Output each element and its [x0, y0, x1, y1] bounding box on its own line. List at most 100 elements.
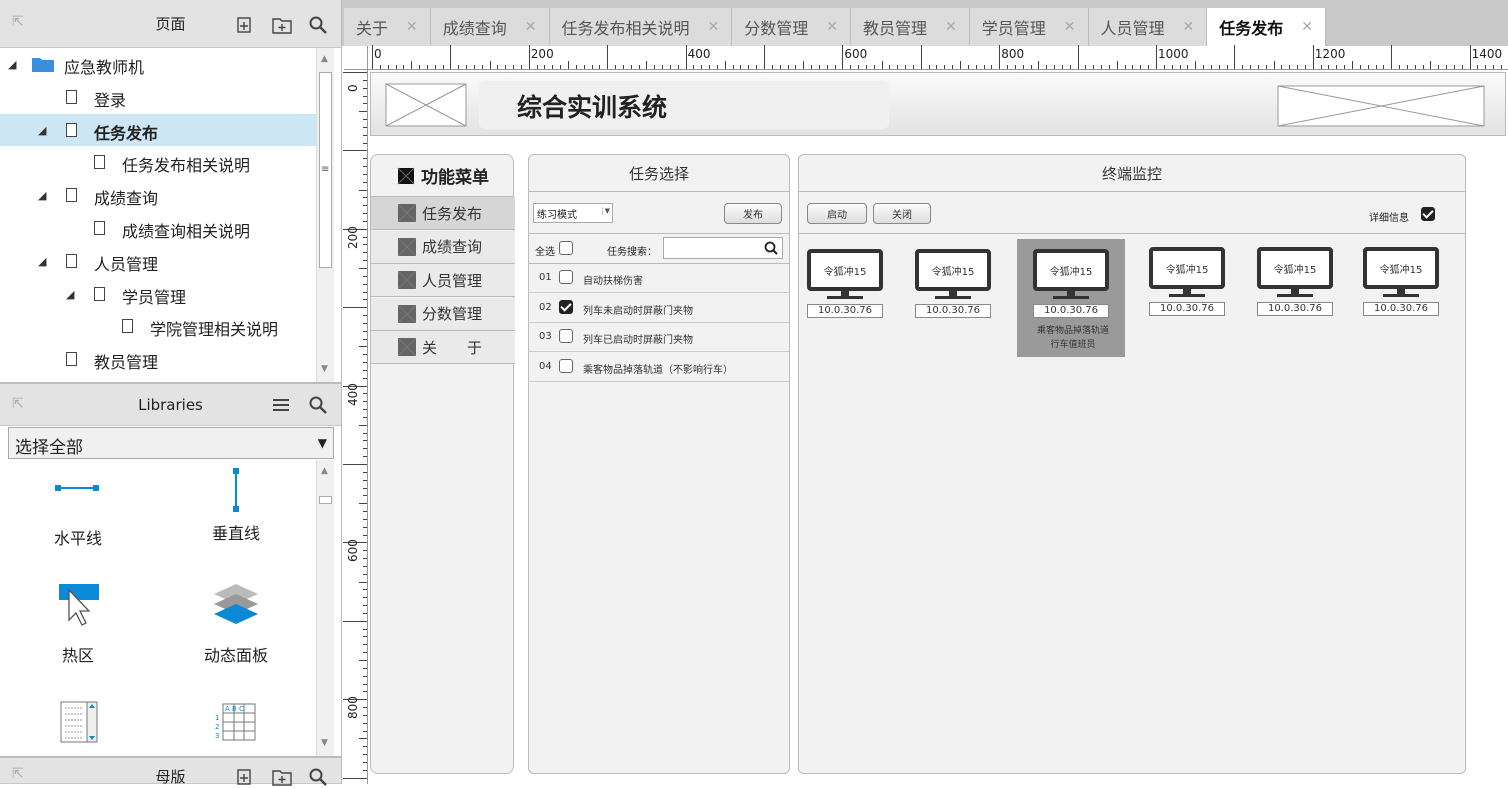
ruler-tick — [881, 61, 883, 69]
expand-arrow-icon[interactable]: ◢ — [38, 124, 46, 137]
task-search-input[interactable] — [663, 237, 783, 259]
tab[interactable]: 学员管理 ✕ — [969, 8, 1089, 46]
tree-item[interactable]: ◢ 学员管理 — [0, 278, 316, 310]
tree-item[interactable]: ◢ 人员管理 — [0, 245, 316, 277]
library-item-list[interactable] — [18, 700, 138, 750]
ruler-tick — [363, 456, 367, 458]
add-master-icon[interactable] — [234, 766, 256, 788]
task-checkbox[interactable] — [559, 299, 573, 314]
select-all-checkbox[interactable] — [559, 241, 573, 255]
library-item-vertical-line[interactable]: 垂直线 — [176, 468, 296, 544]
search-icon[interactable] — [307, 14, 329, 36]
expand-arrow-icon[interactable]: ◢ — [8, 58, 16, 71]
menu-item[interactable]: 分数管理 — [371, 297, 515, 331]
search-icon[interactable] — [307, 394, 329, 416]
task-row[interactable]: 02 列车未启动时屏蔽门夹物 — [529, 293, 789, 323]
ruler-tick — [1148, 65, 1150, 69]
close-icon[interactable]: ✕ — [1301, 19, 1313, 35]
task-number: 02 — [539, 301, 552, 313]
search-icon[interactable] — [764, 241, 778, 255]
tab[interactable]: 成绩查询 ✕ — [430, 8, 550, 46]
expand-arrow-icon[interactable]: ◢ — [38, 255, 46, 268]
task-title: 任务选择 — [628, 165, 689, 183]
mode-select[interactable]: 练习模式 ▼ — [533, 203, 613, 223]
tree-item[interactable]: 成绩查询相关说明 — [0, 212, 316, 244]
ruler-tick — [363, 667, 367, 669]
tab[interactable]: 人员管理 ✕ — [1088, 8, 1208, 46]
search-icon[interactable] — [307, 766, 329, 788]
task-name: 乘客物品掉落轨道（不影响行车） — [583, 364, 733, 376]
ruler-tick — [1061, 65, 1063, 69]
tab[interactable]: 任务发布 ✕ — [1207, 8, 1326, 46]
tab[interactable]: 任务发布相关说明 ✕ — [549, 8, 733, 46]
chevron-down-icon: ▼ — [601, 207, 610, 215]
add-folder-icon[interactable] — [271, 14, 293, 36]
menu-item[interactable]: 成绩查询 — [371, 230, 515, 264]
ruler-tick — [1367, 65, 1369, 69]
ruler-tick — [363, 511, 367, 513]
close-icon[interactable]: ✕ — [406, 19, 418, 35]
close-icon[interactable]: ✕ — [826, 19, 838, 35]
tree-item[interactable]: ◢ 成绩查询 — [0, 179, 316, 211]
library-item-dynamic-panel[interactable]: 动态面板 — [176, 582, 296, 666]
tree-item[interactable]: 任务发布相关说明 — [0, 146, 316, 178]
start-button[interactable]: 启动 — [807, 203, 867, 224]
expand-arrow-icon[interactable]: ◢ — [38, 189, 46, 202]
pages-scrollbar[interactable]: ▲ ≡ ▼ — [316, 48, 334, 382]
library-item-horizontal-line[interactable]: 水平线 — [18, 480, 138, 549]
ruler-tick — [1069, 65, 1071, 69]
tree-item[interactable]: 登录 — [0, 81, 316, 113]
library-select[interactable]: 选择全部 ▼ — [8, 427, 334, 459]
libraries-panel-header: ⇱ Libraries — [0, 384, 341, 426]
ruler-tick — [363, 409, 367, 411]
detail-checkbox[interactable] — [1421, 207, 1435, 221]
tree-item[interactable]: ◢ 任务发布 — [0, 113, 316, 146]
menu-item[interactable]: 关 于 — [371, 331, 515, 365]
tree-item[interactable]: ◢ 应急教师机 — [0, 48, 316, 80]
tree-item[interactable]: 教员管理 — [0, 343, 316, 375]
add-page-icon[interactable] — [234, 14, 256, 36]
tree-item-label: 学员管理 — [122, 287, 187, 307]
menu-item[interactable]: 人员管理 — [371, 264, 515, 298]
tree-item-label: 学院管理相关说明 — [150, 320, 279, 340]
ruler-tick — [1179, 65, 1181, 69]
menu-item[interactable]: 任务发布 — [371, 197, 515, 230]
add-folder-icon[interactable] — [271, 766, 293, 788]
ruler-tick — [724, 61, 726, 69]
tree-item[interactable]: 学院管理相关说明 — [0, 310, 316, 342]
close-icon[interactable]: ✕ — [945, 19, 957, 35]
task-checkbox[interactable] — [559, 358, 573, 373]
menu-icon[interactable] — [270, 394, 292, 416]
task-checkbox[interactable] — [559, 270, 573, 284]
close-icon[interactable]: ✕ — [525, 19, 537, 35]
expand-arrow-icon[interactable]: ◢ — [66, 288, 74, 301]
ruler-tick — [363, 205, 367, 207]
close-button[interactable]: 关闭 — [873, 203, 931, 224]
ruler-tick — [473, 65, 475, 69]
ruler-tick — [363, 722, 367, 724]
design-canvas[interactable]: 综合实训系统 功能菜单 任务发布 成绩查询 人员管理 分数管理关 于 任务选择 练习模… — [368, 70, 1508, 784]
tab[interactable]: 教员管理 ✕ — [851, 8, 970, 46]
ruler-tick — [975, 65, 977, 69]
publish-button[interactable]: 发布 — [724, 203, 782, 224]
close-icon[interactable]: ✕ — [708, 19, 720, 35]
ruler-tick — [1116, 61, 1118, 69]
tree-item-label: 成绩查询 — [94, 189, 159, 209]
library-item-hotspot[interactable]: 热区 — [18, 582, 138, 666]
tab[interactable]: 分数管理 ✕ — [732, 8, 851, 46]
library-item-label: 动态面板 — [203, 646, 268, 665]
vertical-ruler: 0 200 400 600 800 — [343, 70, 368, 784]
library-item-table[interactable]: A B C 123 — [176, 700, 296, 750]
chevron-down-icon: ▼ — [317, 436, 327, 450]
close-icon[interactable]: ✕ — [1183, 19, 1195, 35]
task-row[interactable]: 04 乘客物品掉落轨道（不影响行车） — [529, 352, 789, 382]
ruler-tick — [359, 503, 367, 505]
ruler-tick — [638, 65, 640, 69]
task-checkbox[interactable] — [559, 329, 573, 343]
task-row[interactable]: 03 列车已启动时屏蔽门夹物 — [529, 322, 789, 352]
task-row[interactable]: 01 自动扶梯伤害 — [529, 263, 789, 293]
ruler-tick — [363, 612, 367, 614]
tab[interactable]: 关于 ✕ — [344, 8, 431, 46]
close-icon[interactable]: ✕ — [1064, 19, 1076, 35]
libraries-scrollbar[interactable]: ▲ ▼ — [316, 460, 334, 756]
